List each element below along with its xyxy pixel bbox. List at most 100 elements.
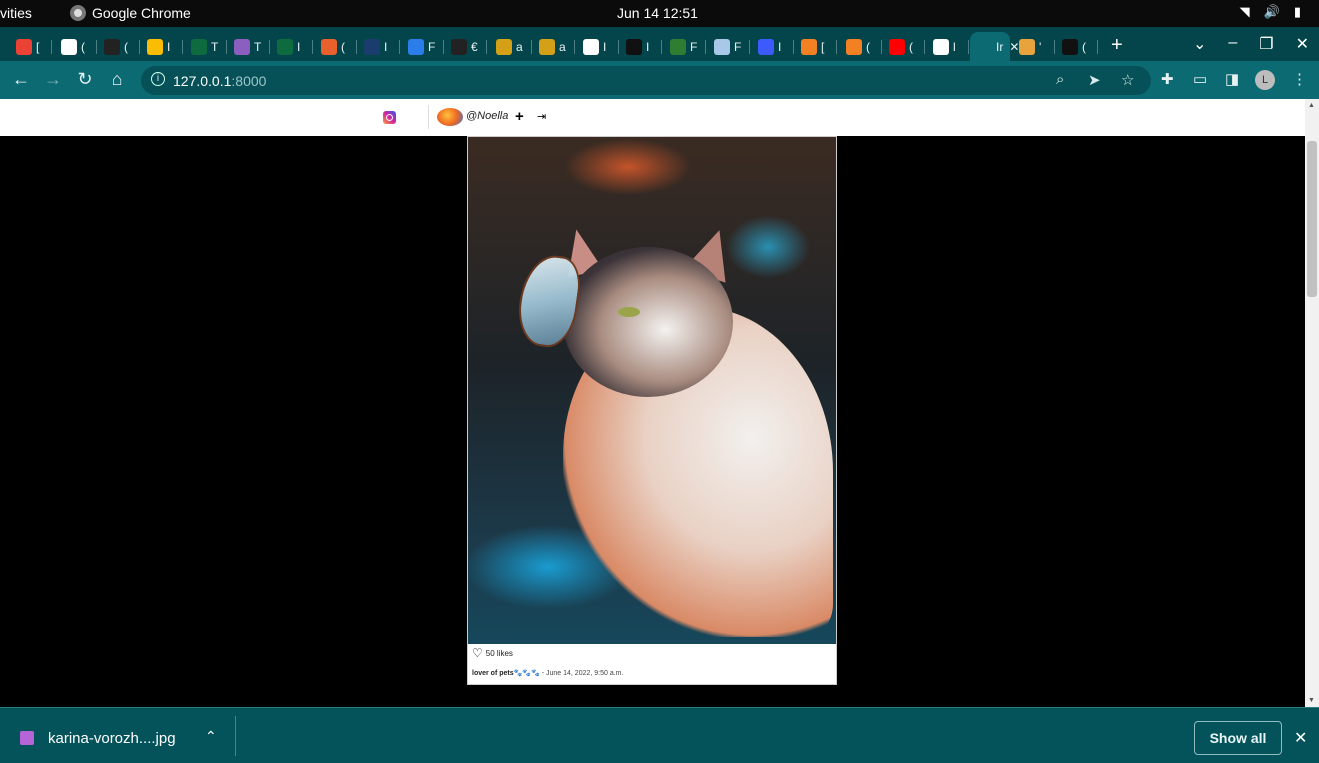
wifi-icon: ◥ (1239, 4, 1250, 19)
username-link[interactable]: @Noella (466, 110, 508, 122)
maximize-icon[interactable]: ❐ (1259, 34, 1273, 54)
activities-button[interactable]: vities (0, 5, 32, 21)
browser-tab[interactable]: I (752, 32, 794, 61)
tab-separator (312, 40, 313, 54)
tab-separator (486, 40, 487, 54)
browser-tab[interactable]: I (620, 32, 662, 61)
browser-tab[interactable]: I (358, 32, 400, 61)
new-tab-button[interactable]: + (1111, 34, 1123, 57)
tab-label: € (471, 39, 478, 54)
tab-label: ( (341, 39, 345, 54)
extensions-icon[interactable]: ✚ (1161, 70, 1174, 88)
tab-label: I (297, 39, 301, 54)
download-item[interactable]: karina-vorozh....jpg (48, 730, 176, 747)
address-bar[interactable]: i 127.0.0.1:8000 ⌕ ➤ ☆ (141, 66, 1151, 95)
post-caption: lover of pets🐾🐾🐾 - June 14, 2022, 9:50 a… (472, 669, 623, 677)
browser-tab[interactable]: € (445, 32, 487, 61)
tab-label: ( (81, 39, 85, 54)
back-icon[interactable]: ← (10, 69, 32, 90)
instagram-logo-icon[interactable] (383, 111, 396, 124)
browser-tab[interactable]: T (228, 32, 270, 61)
nav-divider (428, 105, 429, 129)
browser-tab[interactable]: F (708, 32, 750, 61)
logout-icon[interactable]: ⇥ (537, 110, 546, 123)
home-icon[interactable]: ⌂ (106, 69, 128, 90)
tree-icon (277, 38, 293, 55)
zoom-icon[interactable]: ⌕ (1056, 71, 1064, 88)
tab-label: F (690, 39, 698, 54)
browser-tab[interactable]: ( (55, 32, 97, 61)
browser-tab[interactable]: Ir ✕ (970, 32, 1019, 61)
tab-separator (443, 40, 444, 54)
browser-tab[interactable]: I (271, 32, 313, 61)
menu-icon[interactable]: ⋮ (1292, 70, 1307, 88)
forward-icon[interactable]: → (42, 69, 64, 90)
browser-toolbar: ← → ↻ ⌂ i 127.0.0.1:8000 ⌕ ➤ ☆ ✚ ▭ ◨ L ⋮ (0, 61, 1319, 99)
clock[interactable]: Jun 14 12:51 (617, 5, 698, 21)
tab-label: ( (1082, 39, 1086, 54)
url-text[interactable]: 127.0.0.1:8000 (173, 73, 266, 89)
user-avatar[interactable] (437, 108, 463, 126)
system-tray[interactable]: ◥ 🔊 ▮ (1240, 4, 1301, 20)
tab-separator (881, 40, 882, 54)
page-scrollbar[interactable]: ▲ ▼ (1305, 99, 1319, 707)
browser-tab[interactable]: ( (1056, 32, 1098, 61)
browser-tab[interactable]: F (402, 32, 444, 61)
post-image[interactable] (468, 137, 836, 644)
minimize-icon[interactable]: – (1228, 34, 1237, 54)
close-download-bar-icon[interactable]: ✕ (1294, 728, 1307, 748)
side-panel-icon[interactable]: ◨ (1225, 70, 1239, 88)
volume-icon: 🔊 (1263, 4, 1280, 19)
site-info-icon[interactable]: i (151, 72, 165, 86)
browser-tab[interactable]: a (533, 32, 575, 61)
heart-icon[interactable]: ♡ (472, 647, 483, 659)
tab-label: ' (1039, 39, 1042, 54)
cast-icon[interactable]: ▭ (1193, 70, 1207, 88)
tab-separator (269, 40, 270, 54)
tab-separator (618, 40, 619, 54)
youtube-icon (889, 38, 905, 55)
tab-label: ( (124, 39, 128, 54)
download-separator (235, 716, 236, 756)
post-actions: ♡ 50 likes (472, 647, 513, 659)
browser-tab[interactable]: ' (1013, 32, 1055, 61)
tab-search-icon[interactable]: ⌄ (1193, 34, 1206, 54)
browser-tab[interactable]: l (927, 32, 969, 61)
browser-tab[interactable]: ( (98, 32, 140, 61)
browser-tab[interactable]: ( (883, 32, 925, 61)
scroll-down-icon[interactable]: ▼ (1308, 697, 1315, 704)
browser-tab[interactable]: I (141, 32, 183, 61)
add-post-button[interactable]: + (515, 108, 524, 125)
app-menu[interactable]: Google Chrome (70, 5, 191, 21)
os-top-bar: vities Google Chrome Jun 14 12:51 ◥ 🔊 ▮ (0, 0, 1319, 27)
scroll-thumb[interactable] (1307, 141, 1317, 297)
profile-avatar[interactable]: L (1255, 70, 1275, 90)
gmail-icon (16, 38, 32, 55)
browser-tab[interactable]: a (490, 32, 532, 61)
trophy-icon (496, 38, 512, 55)
tab-separator (51, 40, 52, 54)
bookmark-star-icon[interactable]: ☆ (1121, 71, 1134, 89)
browser-tab[interactable]: ( (315, 32, 357, 61)
tab-separator (968, 40, 969, 54)
tab-label: F (428, 39, 436, 54)
reload-icon[interactable]: ↻ (74, 69, 96, 90)
scroll-up-icon[interactable]: ▲ (1308, 102, 1315, 109)
tab-separator (399, 40, 400, 54)
close-window-icon[interactable]: ✕ (1296, 34, 1309, 54)
show-all-button[interactable]: Show all (1194, 721, 1282, 755)
chevron-up-icon[interactable]: ⌃ (205, 728, 217, 745)
browser-tab[interactable]: T (185, 32, 227, 61)
tab-label: T (211, 39, 219, 54)
browser-tab[interactable]: [ (795, 32, 837, 61)
download-bar: karina-vorozh....jpg ⌃ Show all ✕ (0, 707, 1319, 763)
browser-tab[interactable]: I (577, 32, 619, 61)
send-icon[interactable]: ➤ (1088, 71, 1101, 89)
tab-label: I (384, 39, 388, 54)
tab-label: [ (821, 39, 825, 54)
window-controls: ⌄ – ❐ ✕ (1193, 34, 1309, 54)
browser-tab[interactable]: ( (840, 32, 882, 61)
tab-strip: [((I T T I(I F € a a I I F F I[((l Ir ✕ '( + ⌄ – ❐ ✕ (0, 27, 1319, 61)
browser-tab[interactable]: [ (10, 32, 52, 61)
browser-tab[interactable]: F (664, 32, 706, 61)
